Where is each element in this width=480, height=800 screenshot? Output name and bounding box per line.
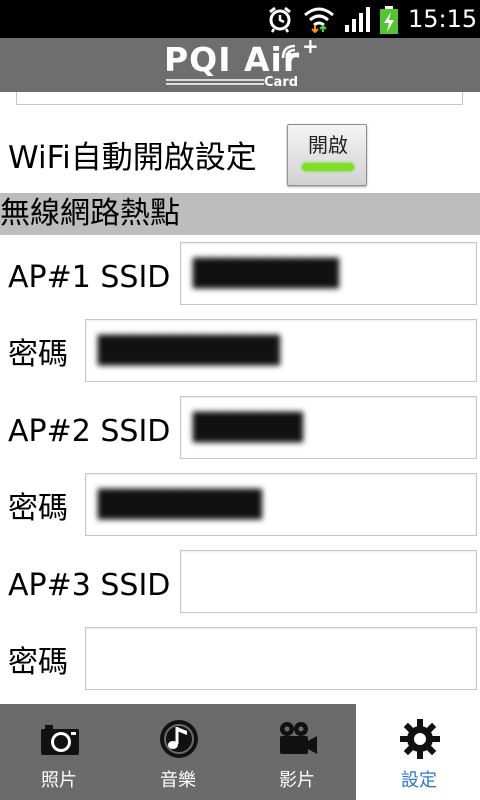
- nav-item-videos[interactable]: 影片: [238, 704, 356, 800]
- ap1-password-label: 密碼: [8, 337, 68, 372]
- nav-item-photos[interactable]: 照片: [0, 704, 118, 800]
- camera-icon: [41, 725, 79, 755]
- logo-sub: Card: [264, 75, 299, 90]
- ap1-password-value: ██████████: [98, 336, 280, 366]
- ap2-password-label: 密碼: [8, 491, 68, 526]
- nav-label-settings: 設定: [401, 770, 437, 791]
- logo-wifi-arcs-icon: [281, 44, 296, 59]
- video-camera-icon: [280, 722, 317, 754]
- wifi-auto-label: WiFi自動開啟設定: [8, 140, 257, 176]
- music-icon: [160, 720, 198, 758]
- section-title: 無線網路熱點: [0, 196, 180, 231]
- battery-charging-icon: [380, 6, 398, 34]
- ap2-ssid-value: ██████: [193, 413, 303, 443]
- ap1-ssid-input[interactable]: ████████: [180, 242, 477, 305]
- ap3-password-input[interactable]: [85, 627, 477, 690]
- screen: 15:15 PQI Air + Card WiFi自動開啟設定 開啟 無線網路熱…: [0, 0, 480, 800]
- gear-icon: [400, 719, 440, 759]
- wifi-icon: [304, 7, 334, 33]
- ap2-ssid-label: AP#2 SSID: [8, 414, 171, 449]
- wifi-auto-toggle-button[interactable]: 開啟: [287, 124, 367, 186]
- ap1-ssid-label: AP#1 SSID: [8, 260, 171, 295]
- hotspot-section-header: 無線網路熱點: [0, 193, 480, 235]
- nav-item-settings[interactable]: 設定: [360, 704, 478, 800]
- ap2-password-input[interactable]: █████████: [85, 473, 477, 536]
- wifi-toggle-indicator: [302, 163, 354, 171]
- app-logo: PQI Air + Card: [164, 36, 324, 92]
- nav-item-music[interactable]: 音樂: [119, 704, 237, 800]
- signal-icon: [345, 7, 370, 32]
- wifi-toggle-label: 開啟: [308, 133, 348, 157]
- logo-text: PQI Air: [164, 40, 301, 79]
- status-time: 15:15: [408, 5, 478, 33]
- ap3-password-label: 密碼: [8, 645, 68, 680]
- ap2-ssid-input[interactable]: ██████: [180, 396, 477, 459]
- ap2-password-value: █████████: [98, 490, 262, 520]
- ap1-ssid-value: ████████: [193, 259, 339, 289]
- bottom-nav: 照片 音樂 影片 設定: [0, 704, 480, 800]
- logo-underline-icon: [166, 79, 264, 85]
- ap1-password-input[interactable]: ██████████: [85, 319, 477, 382]
- ap3-ssid-label: AP#3 SSID: [8, 568, 171, 603]
- nav-label-videos: 影片: [279, 770, 315, 791]
- alarm-icon: [269, 6, 291, 33]
- nav-label-music: 音樂: [160, 770, 196, 791]
- nav-label-photos: 照片: [41, 770, 77, 791]
- ap3-ssid-input[interactable]: [180, 550, 477, 613]
- status-bar: 15:15: [0, 0, 480, 38]
- scrolled-field-edge[interactable]: [16, 92, 463, 105]
- logo-plus: +: [302, 34, 319, 58]
